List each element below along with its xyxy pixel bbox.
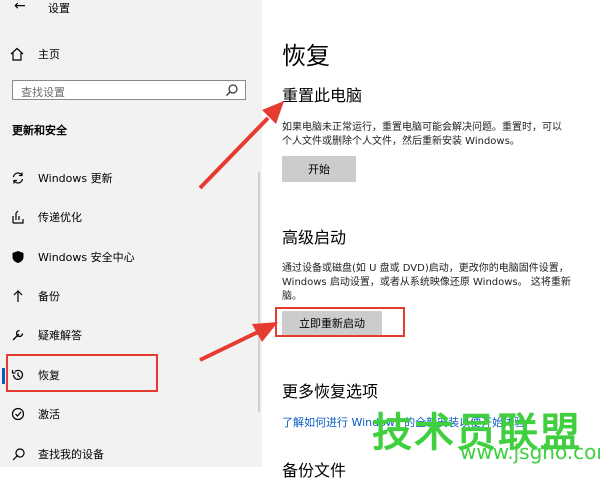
annotation-arrow-restart (199, 322, 278, 362)
watermark-url: www.jsgho.com (460, 440, 600, 464)
annotation-arrow-reset (198, 101, 284, 190)
annotation-arrows (198, 101, 284, 362)
